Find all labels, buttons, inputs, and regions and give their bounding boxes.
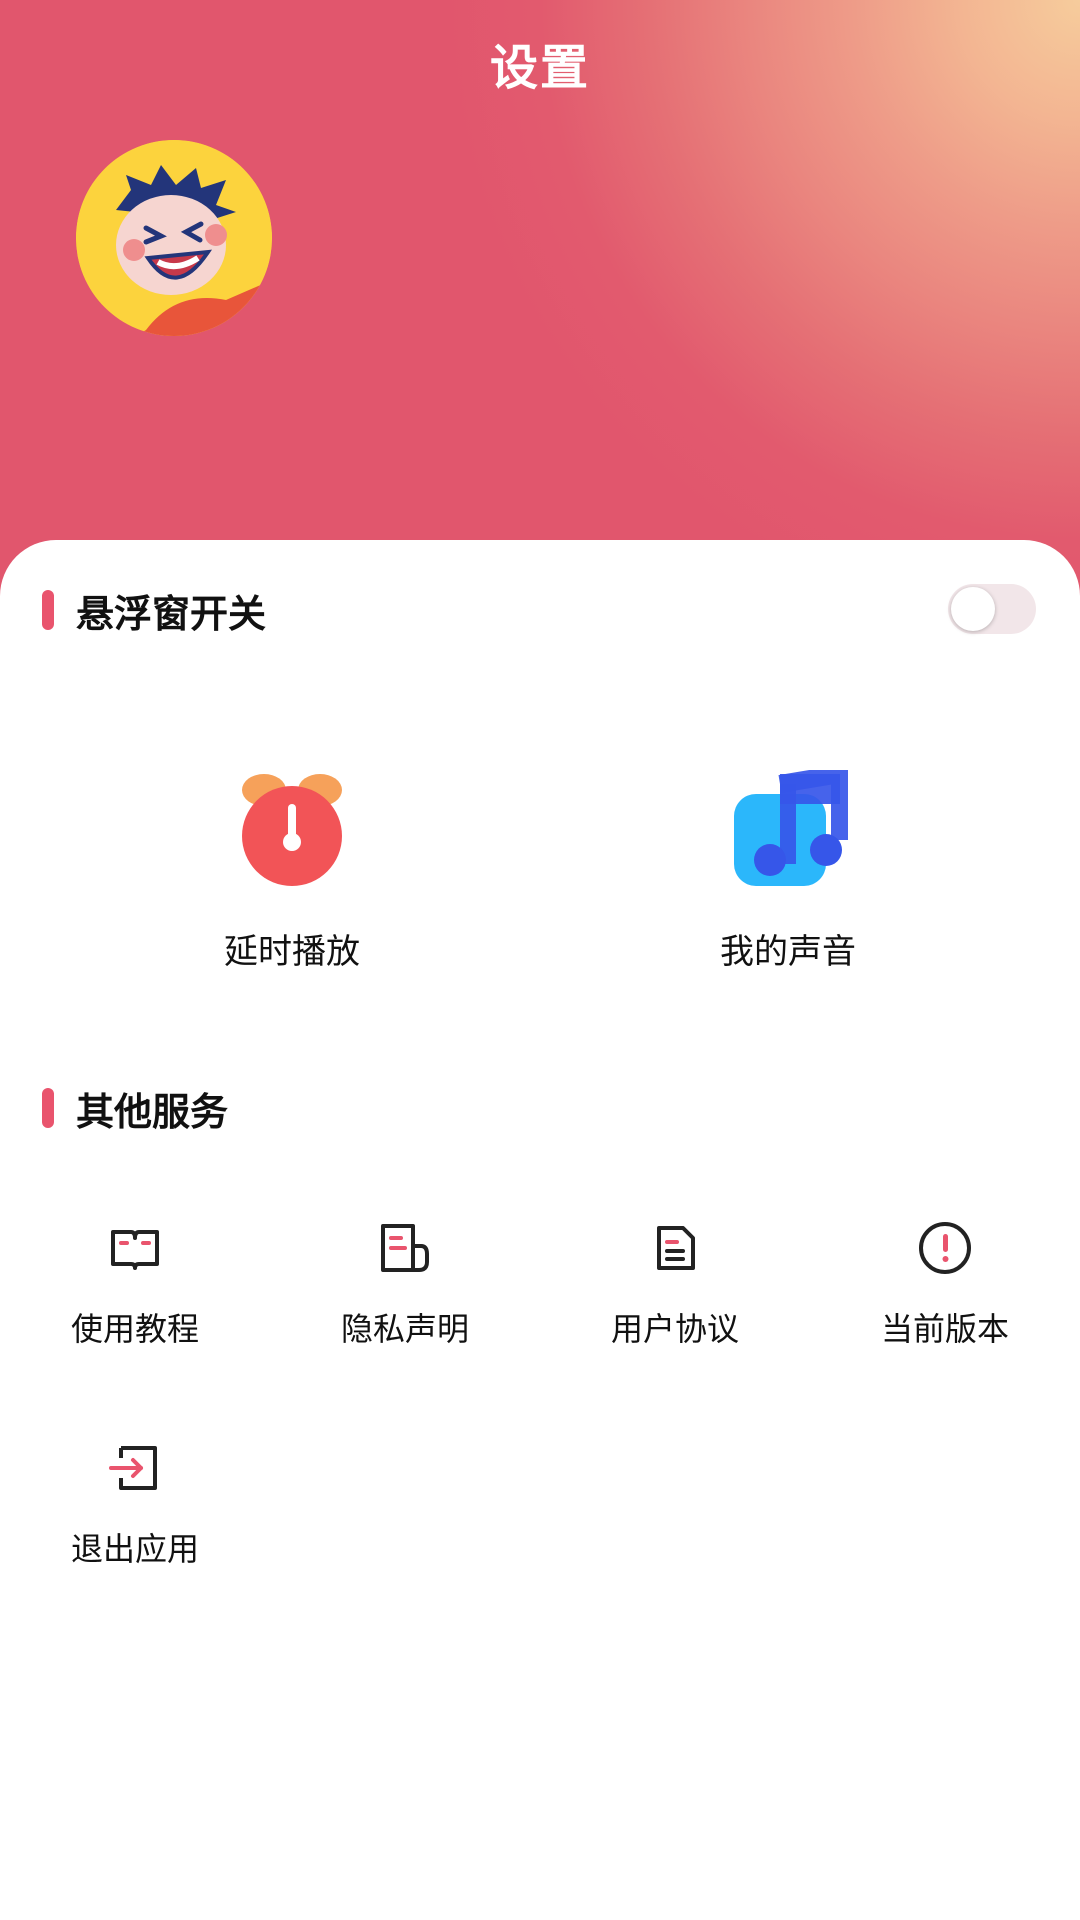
avatar[interactable] <box>76 140 272 336</box>
service-exit[interactable]: 退出应用 <box>35 1440 235 1570</box>
feature-delay-play[interactable]: 延时播放 <box>142 770 442 973</box>
document-icon <box>377 1220 433 1276</box>
service-label: 退出应用 <box>70 1530 199 1568</box>
other-services-header: 其他服务 <box>42 1078 228 1138</box>
service-user-agreement[interactable]: 用户协议 <box>575 1220 775 1350</box>
music-note-icon <box>728 763 849 890</box>
info-exclamation-icon <box>917 1220 973 1276</box>
service-label: 当前版本 <box>880 1310 1009 1348</box>
exit-icon <box>107 1440 163 1496</box>
file-text-icon <box>647 1220 703 1276</box>
floating-window-label: 悬浮窗开关 <box>76 591 267 636</box>
feature-label: 延时播放 <box>224 932 360 972</box>
toggle-knob <box>951 587 995 631</box>
service-privacy[interactable]: 隐私声明 <box>305 1220 505 1350</box>
page-title: 设置 <box>489 40 590 96</box>
alarm-clock-icon <box>232 770 352 890</box>
floating-window-row: 悬浮窗开关 <box>42 580 266 640</box>
floating-window-toggle[interactable] <box>948 584 1036 634</box>
feature-label: 我的声音 <box>720 932 856 972</box>
other-services-title: 其他服务 <box>76 1089 229 1134</box>
service-tutorial[interactable]: 使用教程 <box>35 1220 235 1350</box>
feature-my-voice[interactable]: 我的声音 <box>638 763 938 973</box>
service-label: 用户协议 <box>610 1310 739 1348</box>
section-accent-bar <box>42 1088 54 1128</box>
service-version[interactable]: 当前版本 <box>845 1220 1045 1350</box>
avatar-cartoon-icon <box>76 140 272 336</box>
service-label: 使用教程 <box>70 1310 199 1348</box>
service-label: 隐私声明 <box>340 1310 469 1348</box>
book-icon <box>107 1220 163 1276</box>
section-accent-bar <box>42 590 54 630</box>
